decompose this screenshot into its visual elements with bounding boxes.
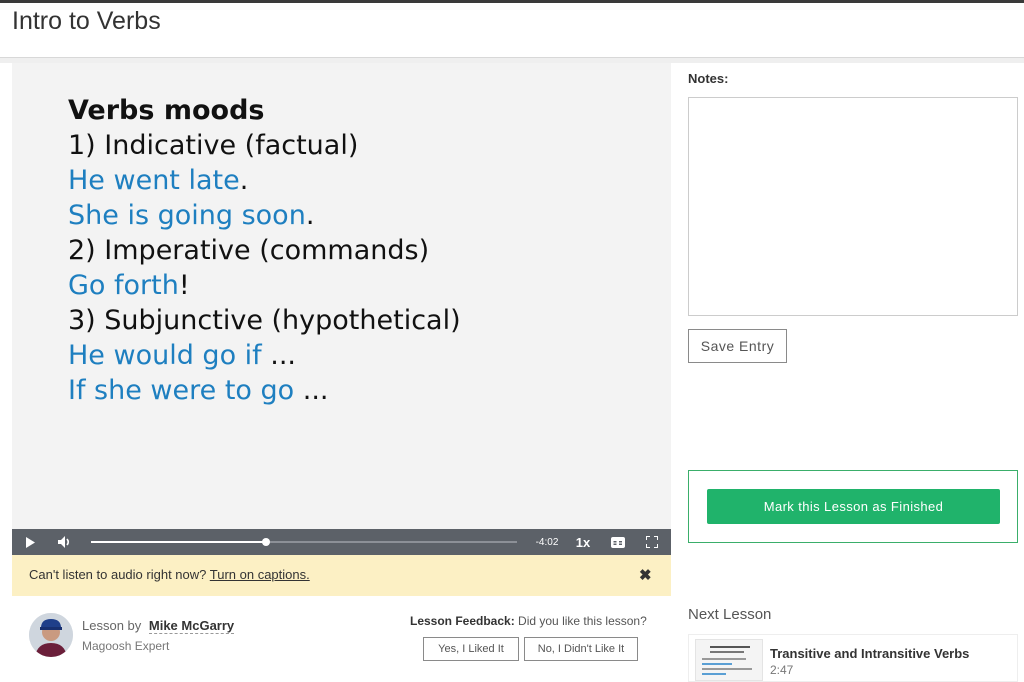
play-button[interactable] (20, 529, 40, 555)
notes-textarea[interactable] (688, 97, 1018, 316)
video-controls: -4:02 1x (12, 529, 671, 555)
next-lesson-duration: 2:47 (770, 663, 794, 677)
next-lesson-card[interactable]: Transitive and Intransitive Verbs 2:47 (688, 634, 1018, 682)
mark-lesson-finished-button[interactable]: Mark this Lesson as Finished (707, 489, 1000, 524)
turn-on-captions-link[interactable]: Turn on captions. (210, 567, 310, 582)
slide-line: Go forth! (68, 270, 190, 301)
captions-icon (611, 536, 625, 548)
slide-line: He went late. (68, 165, 249, 196)
slide-line: He would go if ... (68, 340, 297, 371)
fullscreen-icon (646, 536, 658, 548)
slide-line: 3) Subjunctive (hypothetical) (68, 305, 461, 336)
play-icon (26, 536, 35, 548)
video-player[interactable]: Verbs moods 1) Indicative (factual) He w… (12, 63, 671, 529)
slide-line: 2) Imperative (commands) (68, 235, 430, 266)
author-role: Magoosh Expert (82, 639, 170, 653)
page-title: Intro to Verbs (12, 7, 161, 35)
slide-line: If she were to go ... (68, 375, 329, 406)
slide-line: 1) Indicative (factual) (68, 130, 359, 161)
disliked-lesson-button[interactable]: No, I Didn't Like It (524, 637, 638, 661)
volume-icon (58, 536, 70, 548)
captions-prompt-bar: Can't listen to audio right now? Turn on… (12, 555, 671, 596)
page-header: Intro to Verbs (0, 3, 1024, 58)
playback-speed-button[interactable]: 1x (572, 529, 594, 555)
slide-line: She is going soon. (68, 200, 315, 231)
captions-prompt-text: Can't listen to audio right now? Turn on… (29, 567, 310, 582)
finish-lesson-panel: Mark this Lesson as Finished (688, 470, 1018, 543)
slide-heading: Verbs moods (68, 95, 265, 126)
time-remaining: -4:02 (535, 536, 559, 548)
progress-handle[interactable] (261, 538, 270, 546)
fullscreen-button[interactable] (642, 529, 662, 555)
captions-button[interactable] (608, 529, 628, 555)
volume-button[interactable] (54, 529, 76, 555)
slide-content: Verbs moods 1) Indicative (factual) He w… (68, 93, 461, 408)
close-icon[interactable]: ✖ (639, 566, 652, 584)
lesson-feedback-question: Lesson Feedback: Did you like this lesso… (410, 614, 647, 628)
author-byline: Lesson by Mike McGarry (82, 618, 235, 634)
next-lesson-thumbnail (695, 639, 763, 681)
liked-lesson-button[interactable]: Yes, I Liked It (423, 637, 519, 661)
author-name-link[interactable]: Mike McGarry (148, 618, 235, 634)
progress-track[interactable] (91, 538, 517, 546)
save-entry-button[interactable]: Save Entry (688, 329, 787, 363)
notes-label: Notes: (688, 71, 729, 86)
avatar (29, 613, 73, 657)
next-lesson-title: Transitive and Intransitive Verbs (770, 646, 970, 661)
progress-fill (91, 541, 266, 543)
next-lesson-label: Next Lesson (688, 606, 772, 623)
